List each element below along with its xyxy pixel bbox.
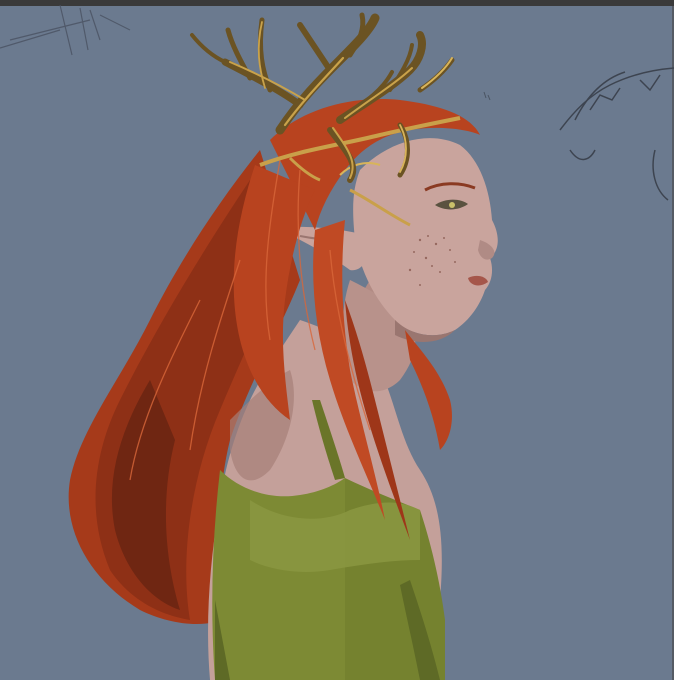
sketch-lines-top-left bbox=[0, 4, 131, 56]
sketch-marks-face bbox=[483, 91, 491, 101]
sketch-lines-right bbox=[559, 67, 674, 201]
elf-portrait-artwork bbox=[0, 4, 674, 680]
drawing-canvas[interactable] bbox=[0, 0, 674, 680]
